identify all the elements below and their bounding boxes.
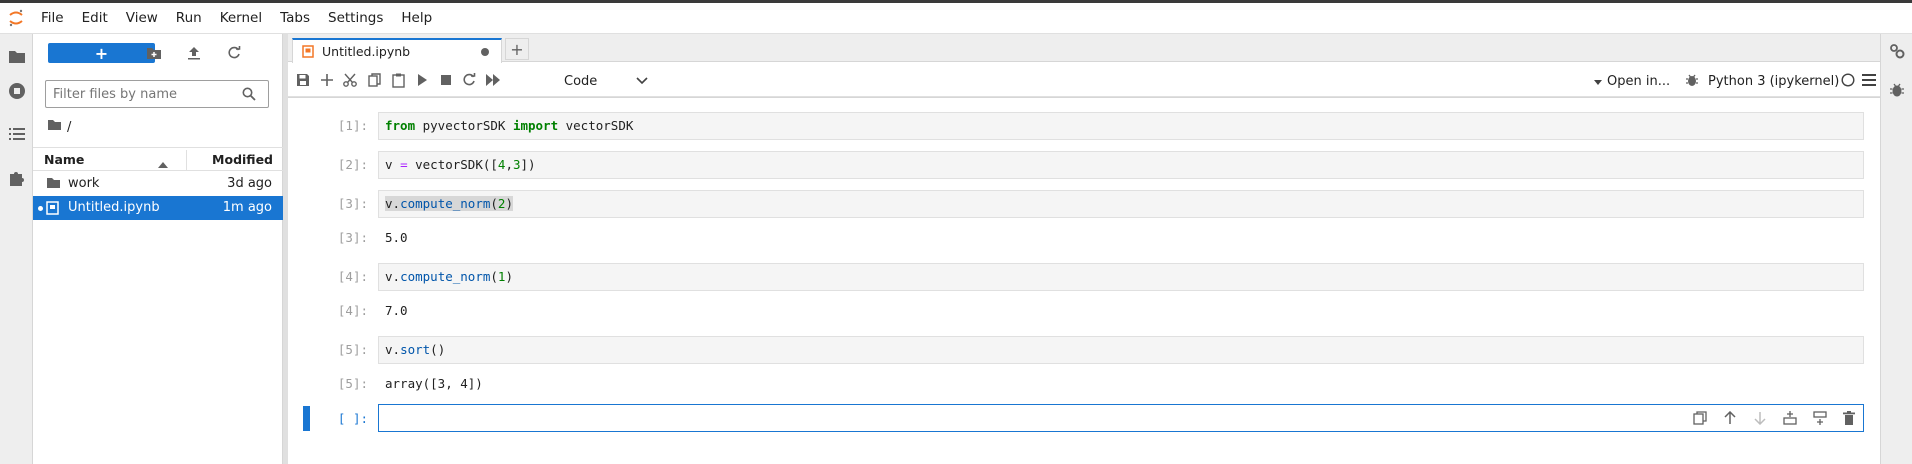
unsaved-changes-icon[interactable]: [481, 48, 489, 56]
tab-untitled-ipynb[interactable]: Untitled.ipynb: [292, 38, 502, 63]
file-row-untitled-ipynb[interactable]: Untitled.ipynb 1m ago: [33, 196, 283, 220]
cell-output: array([3, 4]): [385, 376, 483, 391]
duplicate-cell-icon[interactable]: [1693, 411, 1707, 429]
move-cell-up-icon[interactable]: [1723, 410, 1737, 429]
search-icon: [242, 87, 256, 105]
insert-cell-above-icon[interactable]: [1783, 411, 1797, 429]
new-tab-button[interactable]: +: [505, 38, 529, 60]
tab-bar: Untitled.ipynb +: [288, 34, 1880, 63]
open-in-dropdown[interactable]: Open in...: [1594, 71, 1670, 91]
tab-label: Untitled.ipynb: [322, 44, 411, 59]
upload-icon[interactable]: [185, 44, 203, 62]
output-prompt: [4]:: [337, 303, 368, 318]
running-kernels-icon[interactable]: [6, 80, 28, 102]
input-prompt: [2]:: [337, 157, 368, 172]
file-modified: 1m ago: [222, 200, 272, 215]
restart-run-all-icon[interactable]: [485, 72, 501, 88]
file-list-header: Name Modified: [33, 147, 283, 171]
table-of-contents-icon[interactable]: [6, 123, 28, 145]
cell-type-value: Code: [564, 73, 598, 89]
column-divider[interactable]: [186, 150, 187, 170]
input-prompt: [1]:: [337, 118, 368, 133]
notebook-cells: [1]: from pyvectorSDK import vectorSDK […: [288, 97, 1880, 464]
notebook-icon: [302, 45, 314, 62]
code-cell-active[interactable]: [378, 404, 1864, 432]
extensions-icon[interactable]: [6, 167, 28, 189]
debugger-icon[interactable]: [1888, 81, 1906, 99]
menu-bar: File Edit View Run Kernel Tabs Settings …: [0, 0, 1912, 34]
menu-view[interactable]: View: [117, 3, 167, 33]
filter-files-input[interactable]: [53, 86, 233, 102]
output-prompt: [5]:: [337, 376, 368, 391]
open-in-label: Open in...: [1607, 73, 1671, 89]
kernel-name[interactable]: Python 3 (ipykernel): [1708, 71, 1839, 91]
filter-files-box: [45, 80, 269, 108]
run-icon[interactable]: [414, 72, 430, 88]
paste-icon[interactable]: [390, 72, 406, 88]
menu-settings[interactable]: Settings: [319, 3, 392, 33]
column-name-header[interactable]: Name: [44, 152, 84, 167]
cut-icon[interactable]: [342, 72, 358, 88]
restart-icon[interactable]: [461, 72, 477, 88]
menu-run[interactable]: Run: [167, 3, 211, 33]
input-prompt: [4]:: [337, 269, 368, 284]
debugger-bug-icon[interactable]: [1684, 72, 1700, 88]
notebook-toolbar: Code Open in... Python 3 (ipykernel): [288, 63, 1880, 97]
breadcrumb-home-folder-icon[interactable]: [47, 119, 62, 135]
menu-tabs[interactable]: Tabs: [271, 3, 319, 33]
code-cell-5[interactable]: v.sort(): [378, 336, 1864, 364]
menu-edit[interactable]: Edit: [73, 3, 117, 33]
left-activity-bar: [0, 34, 33, 464]
file-name: work: [68, 176, 100, 191]
file-modified: 3d ago: [227, 176, 272, 191]
input-prompt: [5]:: [337, 342, 368, 357]
property-inspector-gears-icon[interactable]: [1888, 42, 1906, 60]
code-cell-1[interactable]: from pyvectorSDK import vectorSDK: [378, 112, 1864, 140]
chevron-down-icon: [636, 74, 648, 89]
file-name: Untitled.ipynb: [68, 200, 160, 215]
jupyterlab-window: File Edit View Run Kernel Tabs Settings …: [0, 0, 1912, 464]
folder-icon[interactable]: [6, 45, 28, 67]
new-folder-icon[interactable]: [145, 44, 163, 62]
breadcrumb: /: [47, 118, 71, 136]
menu-file[interactable]: File: [32, 3, 73, 33]
breadcrumb-root[interactable]: /: [67, 120, 71, 135]
input-prompt: [3]:: [337, 196, 368, 211]
code-cell-2[interactable]: v = vectorSDK([4,3]): [378, 151, 1864, 179]
save-icon[interactable]: [295, 72, 311, 88]
code-cell-4[interactable]: v.compute_norm(1): [378, 263, 1864, 291]
right-activity-bar: [1880, 34, 1912, 464]
running-indicator-icon: [38, 206, 43, 211]
caret-down-icon: [1594, 74, 1602, 89]
output-prompt: [3]:: [337, 230, 368, 245]
cell-output: 7.0: [385, 303, 408, 318]
delete-cell-icon[interactable]: [1843, 411, 1855, 429]
copy-icon[interactable]: [366, 72, 382, 88]
cell-type-select[interactable]: Code: [564, 71, 648, 91]
insert-cell-below-icon[interactable]: [1813, 411, 1827, 429]
move-cell-down-icon[interactable]: [1753, 411, 1767, 429]
cell-toolbar: [1693, 410, 1855, 429]
code-cell-3[interactable]: v.compute_norm(2): [378, 190, 1864, 218]
input-prompt: [ ]:: [337, 411, 368, 426]
menu-kernel[interactable]: Kernel: [211, 3, 271, 33]
file-browser: + / Name: [33, 34, 283, 464]
notebook-panel: Untitled.ipynb + Code Open in... Python …: [288, 34, 1880, 464]
folder-icon: [46, 177, 61, 193]
menu-icon[interactable]: [1861, 72, 1877, 88]
sort-ascending-icon[interactable]: [158, 156, 168, 171]
file-browser-toolbar: +: [33, 34, 283, 70]
new-launcher-button[interactable]: +: [48, 43, 155, 63]
menu-help[interactable]: Help: [392, 3, 441, 33]
interrupt-icon[interactable]: [438, 72, 454, 88]
cell-output: 5.0: [385, 230, 408, 245]
notebook-icon: [46, 201, 59, 219]
file-row-work[interactable]: work 3d ago: [33, 172, 283, 196]
column-modified-header[interactable]: Modified: [212, 152, 273, 167]
insert-cell-icon[interactable]: [319, 72, 335, 88]
refresh-icon[interactable]: [225, 44, 243, 62]
kernel-status-idle-icon: [1840, 72, 1856, 88]
jupyter-logo-icon: [0, 3, 32, 33]
